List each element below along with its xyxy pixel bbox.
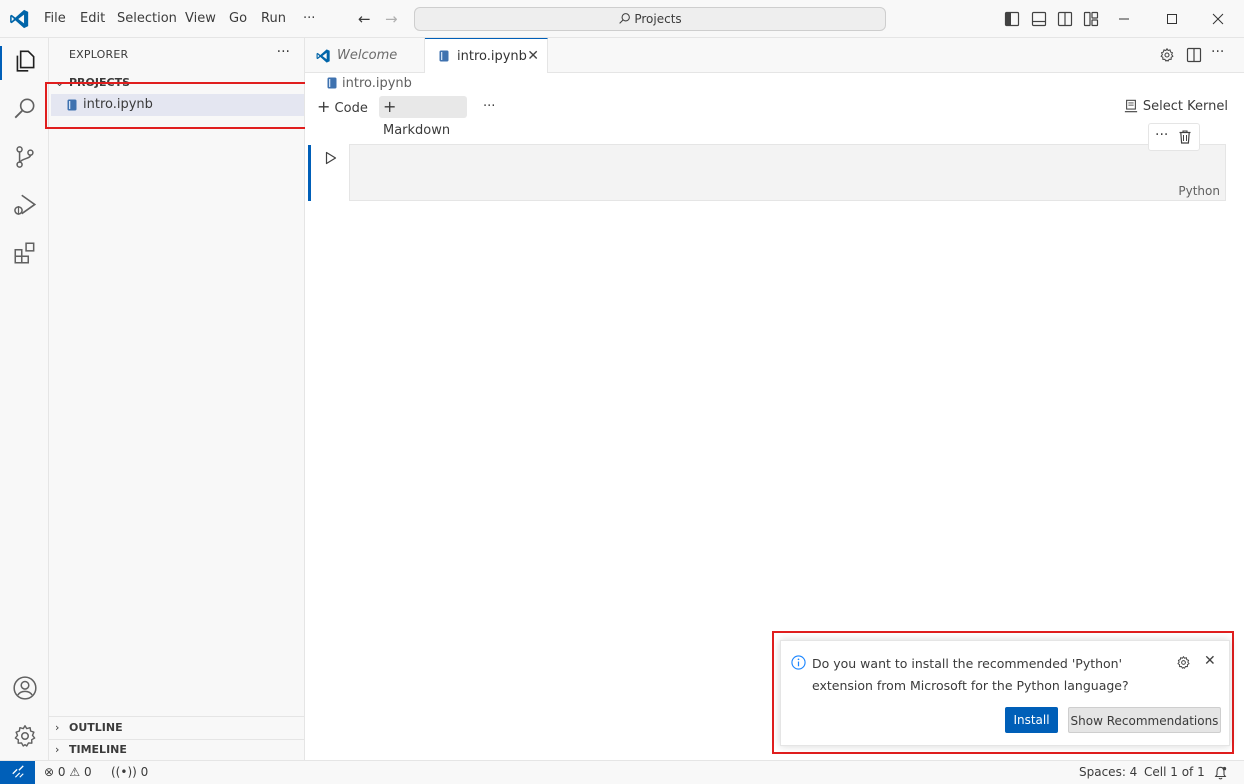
ports-count: 0 bbox=[140, 765, 149, 779]
run-cell-icon[interactable] bbox=[325, 151, 337, 165]
vscode-logo-icon bbox=[10, 9, 29, 29]
plus-icon: + bbox=[317, 97, 331, 116]
section-outline[interactable]: › OUTLINE bbox=[49, 717, 305, 739]
explorer-icon[interactable] bbox=[12, 48, 38, 74]
menu-edit[interactable]: Edit bbox=[80, 11, 105, 26]
extensions-icon[interactable] bbox=[12, 240, 38, 266]
close-tab-icon[interactable]: ✕ bbox=[527, 39, 539, 74]
cell-focus-indicator bbox=[308, 145, 311, 201]
install-button[interactable]: Install bbox=[1005, 707, 1058, 733]
kernel-icon bbox=[1124, 99, 1138, 113]
cell-more-actions[interactable]: ··· bbox=[1155, 127, 1168, 143]
add-code-label: Code bbox=[334, 101, 368, 116]
back-arrow-icon[interactable]: ← bbox=[358, 10, 371, 28]
select-kernel-label: Select Kernel bbox=[1142, 99, 1228, 114]
plus-icon: + bbox=[383, 97, 397, 116]
ports-indicator[interactable]: ((•)) 0 bbox=[111, 765, 148, 779]
notebook-toolbar-more[interactable]: ··· bbox=[479, 96, 499, 118]
tab-intro-ipynb[interactable]: intro.ipynb ✕ bbox=[425, 38, 548, 74]
maximize-icon[interactable] bbox=[1161, 8, 1183, 30]
menu-go[interactable]: Go bbox=[229, 11, 247, 26]
section-timeline-label: TIMELINE bbox=[69, 743, 127, 756]
forward-arrow-icon[interactable]: → bbox=[385, 10, 398, 28]
menu-run[interactable]: Run bbox=[261, 11, 286, 26]
editor-tabs: Welcome intro.ipynb ✕ ··· bbox=[305, 38, 1244, 74]
command-center-label: Projects bbox=[634, 12, 682, 26]
file-highlight-outline bbox=[45, 82, 313, 129]
chevron-right-icon: › bbox=[55, 721, 60, 734]
remote-indicator[interactable] bbox=[0, 761, 35, 784]
close-notification-icon[interactable]: ✕ bbox=[1204, 653, 1216, 669]
extension-recommendation-notification: Do you want to install the recommended '… bbox=[780, 640, 1230, 746]
section-outline-label: OUTLINE bbox=[69, 721, 123, 734]
tab-welcome[interactable]: Welcome bbox=[305, 38, 425, 73]
command-center-search[interactable]: Projects bbox=[414, 7, 886, 31]
notebook-settings-gear-icon[interactable] bbox=[1159, 47, 1175, 63]
notification-message: Do you want to install the recommended '… bbox=[812, 656, 1129, 693]
close-window-icon[interactable] bbox=[1207, 8, 1229, 30]
notebook-file-icon bbox=[439, 50, 449, 62]
chevron-right-icon: › bbox=[55, 743, 60, 756]
cell-position-indicator[interactable]: Cell 1 of 1 bbox=[1144, 765, 1205, 779]
search-icon bbox=[619, 13, 631, 24]
vscode-logo-icon bbox=[316, 49, 330, 63]
editor-more-actions[interactable]: ··· bbox=[1211, 44, 1224, 60]
select-kernel-button[interactable]: Select Kernel bbox=[1124, 96, 1228, 118]
cell-language-label[interactable]: Python bbox=[1178, 184, 1220, 198]
delete-cell-icon[interactable] bbox=[1179, 130, 1191, 144]
sidebar-more-actions[interactable]: ··· bbox=[277, 44, 290, 60]
explorer-sidebar: EXPLORER ··· ⌄ PROJECTS intro.ipynb › OU… bbox=[49, 38, 305, 760]
status-bar: ⊗ 0 ⚠ 0 ((•)) 0 Spaces: 4 Cell 1 of 1 bbox=[0, 760, 1244, 784]
search-icon[interactable] bbox=[12, 96, 38, 122]
broadcast-icon: ((•)) bbox=[111, 765, 137, 779]
menu-view[interactable]: View bbox=[185, 11, 216, 26]
active-indicator bbox=[0, 46, 2, 80]
info-icon bbox=[791, 655, 806, 670]
title-bar: File Edit Selection View Go Run ··· ← → … bbox=[0, 0, 1244, 38]
problems-indicator[interactable]: ⊗ 0 ⚠ 0 bbox=[44, 765, 92, 779]
error-icon: ⊗ bbox=[44, 765, 55, 779]
warning-count: 0 bbox=[83, 765, 92, 779]
menu-more[interactable]: ··· bbox=[303, 11, 315, 26]
menu-selection[interactable]: Selection bbox=[117, 11, 177, 26]
customize-layout-icon[interactable] bbox=[1083, 11, 1099, 27]
add-code-cell-button[interactable]: + Code bbox=[313, 96, 372, 118]
tab-welcome-label: Welcome bbox=[337, 48, 398, 63]
toggle-panel-icon[interactable] bbox=[1031, 11, 1047, 27]
error-count: 0 bbox=[57, 765, 66, 779]
show-recommendations-button[interactable]: Show Recommendations bbox=[1068, 707, 1221, 733]
tab-intro-label: intro.ipynb bbox=[457, 49, 527, 64]
minimize-icon[interactable] bbox=[1113, 8, 1135, 30]
run-and-debug-icon[interactable] bbox=[12, 192, 38, 218]
breadcrumb-label: intro.ipynb bbox=[342, 76, 412, 91]
section-timeline[interactable]: › TIMELINE bbox=[49, 739, 305, 761]
notebook-file-icon bbox=[327, 77, 337, 89]
manage-gear-icon[interactable] bbox=[12, 723, 38, 749]
add-markdown-label: Markdown bbox=[383, 123, 451, 138]
notification-settings-gear-icon[interactable] bbox=[1176, 655, 1191, 670]
toggle-secondary-sidebar-icon[interactable] bbox=[1057, 11, 1073, 27]
accounts-icon[interactable] bbox=[12, 675, 38, 701]
source-control-icon[interactable] bbox=[12, 144, 38, 170]
cell-toolbar: ··· bbox=[1148, 123, 1200, 151]
code-cell-editor[interactable]: Python bbox=[349, 144, 1226, 201]
indentation-indicator[interactable]: Spaces: 4 bbox=[1079, 765, 1137, 779]
breadcrumb[interactable]: intro.ipynb bbox=[327, 76, 412, 91]
notifications-bell-icon[interactable] bbox=[1214, 766, 1227, 780]
toggle-primary-sidebar-icon[interactable] bbox=[1004, 11, 1020, 27]
split-editor-icon[interactable] bbox=[1186, 47, 1202, 63]
add-markdown-cell-button[interactable]: + Markdown bbox=[379, 96, 467, 138]
sidebar-title: EXPLORER bbox=[69, 48, 129, 61]
menu-file[interactable]: File bbox=[44, 11, 66, 26]
warning-icon: ⚠ bbox=[69, 765, 81, 779]
remote-icon bbox=[12, 765, 24, 778]
activity-bar bbox=[0, 38, 49, 760]
